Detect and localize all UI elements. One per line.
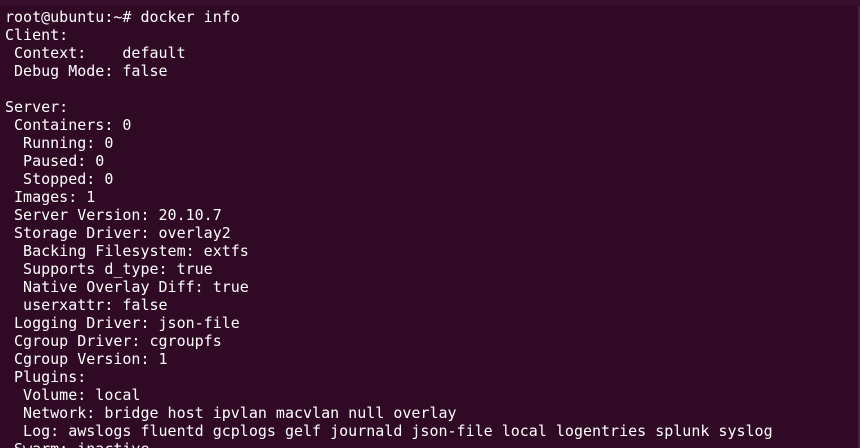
output-line: Client: — [5, 26, 69, 44]
output-line: Paused: 0 — [5, 152, 105, 170]
output-line: Cgroup Driver: cgroupfs — [5, 332, 222, 350]
prompt-line: root@ubuntu:~# docker info — [5, 8, 240, 26]
output-line: Running: 0 — [5, 134, 114, 152]
output-line: Log: awslogs fluentd gcplogs gelf journa… — [5, 422, 773, 440]
output-line: Backing Filesystem: extfs — [5, 242, 249, 260]
output-line: Plugins: — [5, 368, 87, 386]
output-line: Supports d_type: true — [5, 260, 213, 278]
output-line: Cgroup Version: 1 — [5, 350, 168, 368]
output-line: Network: bridge host ipvlan macvlan null… — [5, 404, 457, 422]
output-line: Images: 1 — [5, 188, 96, 206]
output-line: Native Overlay Diff: true — [5, 278, 249, 296]
output-line: Stopped: 0 — [5, 170, 114, 188]
output-line: Server: — [5, 98, 69, 116]
output-line: Logging Driver: json-file — [5, 314, 240, 332]
output-line: Storage Driver: overlay2 — [5, 224, 231, 242]
output-line: userxattr: false — [5, 296, 168, 314]
output-line: Containers: 0 — [5, 116, 132, 134]
terminal-output[interactable]: root@ubuntu:~# docker info Client: Contex… — [5, 8, 773, 448]
terminal-window[interactable]: root@ubuntu:~# docker info Client: Contex… — [0, 0, 860, 448]
terminal-top-edge — [0, 0, 860, 6]
output-line: Volume: local — [5, 386, 141, 404]
output-line: Server Version: 20.10.7 — [5, 206, 222, 224]
output-line: Context: default — [5, 44, 186, 62]
output-line: Debug Mode: false — [5, 62, 168, 80]
output-line: Swarm: inactive — [5, 440, 773, 448]
